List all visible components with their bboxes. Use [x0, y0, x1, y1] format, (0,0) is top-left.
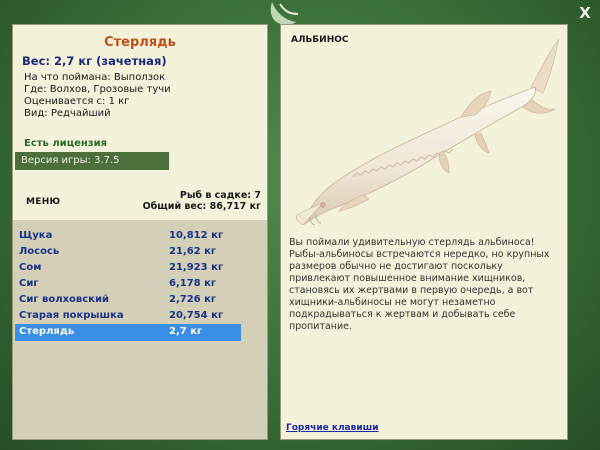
list-item-name: Лосось	[19, 246, 60, 257]
list-item[interactable]: Сиг 6,178 кг	[15, 276, 241, 293]
list-item-weight: 20,754 кг	[169, 310, 224, 321]
list-item-name: Сиг	[19, 278, 39, 289]
fish-kind: Вид: Редчайший	[24, 108, 111, 119]
list-item[interactable]: Лосось 21,62 кг	[15, 244, 241, 261]
list-item[interactable]: Сом 21,923 кг	[15, 260, 241, 277]
menu-button[interactable]: МЕНЮ	[26, 197, 60, 207]
game-window: X Стерлядь Вес: 2,7 кг (зачетная) На что…	[0, 0, 600, 450]
license-status: Есть лицензия	[24, 138, 108, 149]
albino-sterlet-image	[295, 38, 559, 225]
list-item-weight: 21,62 кг	[169, 246, 217, 257]
fish-detail-panel: АЛЬБИНОС Вы поймали удивительную стерляд…	[280, 24, 568, 440]
list-item-name: Сиг волховский	[19, 294, 109, 305]
list-item-name: Сом	[19, 262, 42, 273]
albino-label: АЛЬБИНОС	[291, 35, 349, 45]
fish-value: Оценивается с: 1 кг	[24, 96, 130, 107]
game-version: Версия игры: 3.7.5	[15, 152, 169, 170]
list-item-weight: 2,726 кг	[169, 294, 217, 305]
list-item[interactable]: Стерлядь 2,7 кг	[15, 324, 241, 341]
catch-info-panel: Стерлядь Вес: 2,7 кг (зачетная) На что п…	[12, 24, 268, 440]
list-item[interactable]: Старая покрышка 20,754 кг	[15, 308, 241, 325]
list-item[interactable]: Щука 10,812 кг	[15, 228, 241, 245]
fish-location: Где: Волхов, Грозовые тучи	[24, 84, 171, 95]
keepnet-total-weight: Общий вес: 86,717 кг	[142, 201, 261, 212]
close-button[interactable]: X	[576, 4, 594, 22]
list-item-weight: 21,923 кг	[169, 262, 224, 273]
list-item-name: Старая покрышка	[19, 310, 124, 321]
list-item-name: Стерлядь	[19, 326, 75, 337]
list-item-weight: 6,178 кг	[169, 278, 217, 289]
list-item-weight: 2,7 кг	[169, 326, 203, 337]
hotkeys-link[interactable]: Горячие клавиши	[286, 423, 379, 433]
fish-bait: На что поймана: Выползок	[24, 72, 166, 83]
fish-weight: Вес: 2,7 кг (зачетная)	[22, 54, 167, 68]
list-item-name: Щука	[19, 230, 53, 241]
keepnet-count: Рыб в садке: 7	[179, 190, 261, 201]
fish-title: Стерлядь	[104, 35, 176, 50]
fish-description: Вы поймали удивительную стерлядь альбино…	[289, 237, 550, 332]
catch-list: Щука 10,812 кг Лосось 21,62 кг Сом 21,92…	[13, 220, 267, 439]
list-item[interactable]: Сиг волховский 2,726 кг	[15, 292, 241, 309]
list-item-weight: 10,812 кг	[169, 230, 224, 241]
